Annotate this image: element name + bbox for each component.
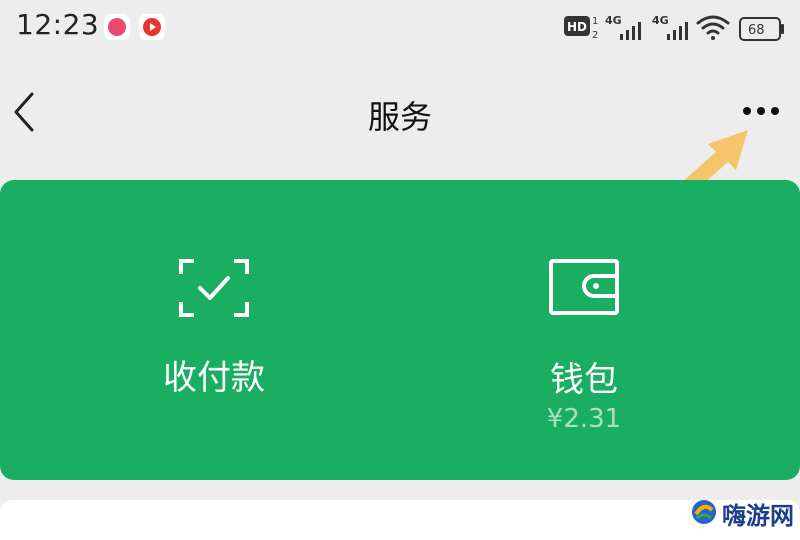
- network-label-1: 4G: [605, 14, 622, 27]
- wallet-icon: [549, 259, 619, 315]
- watermark-text: 嗨游网: [722, 502, 794, 530]
- more-dot-icon: [771, 107, 779, 115]
- watermark: 嗨游网: [690, 494, 798, 530]
- network-label-2: 4G: [652, 14, 669, 27]
- wallet-label: 钱包: [550, 360, 618, 400]
- service-card: 收付款 钱包 ¥2.31: [0, 180, 800, 480]
- signal-icon-2: 4G: [652, 14, 688, 40]
- wallet-button[interactable]: 钱包 ¥2.31: [400, 180, 800, 480]
- more-dot-icon: [743, 107, 751, 115]
- hd-label: HD: [567, 20, 587, 34]
- svg-text:1: 1: [592, 16, 598, 27]
- status-bar: 12:23 HD 1 2 4G 4G 68: [0, 0, 800, 58]
- scan-check-icon: [179, 259, 249, 317]
- more-dot-icon: [757, 107, 765, 115]
- watermark-logo-icon: [692, 500, 716, 524]
- svg-text:2: 2: [592, 30, 598, 41]
- status-indicators: HD 1 2 4G 4G 68: [564, 14, 784, 41]
- wallet-balance: ¥2.31: [546, 404, 622, 434]
- pay-receive-label: 收付款: [163, 358, 265, 398]
- red-video-app-icon: [139, 14, 165, 40]
- services-list-card: [0, 500, 800, 540]
- pink-app-icon: [104, 14, 130, 40]
- status-time: 12:23: [16, 8, 100, 41]
- battery-level: 68: [748, 23, 765, 38]
- hd-icon: HD 1 2: [564, 16, 598, 41]
- signal-icon-1: 4G: [605, 14, 641, 40]
- pay-receive-button[interactable]: 收付款: [0, 180, 400, 480]
- wifi-icon: [696, 15, 730, 40]
- battery-icon: 68: [739, 17, 784, 41]
